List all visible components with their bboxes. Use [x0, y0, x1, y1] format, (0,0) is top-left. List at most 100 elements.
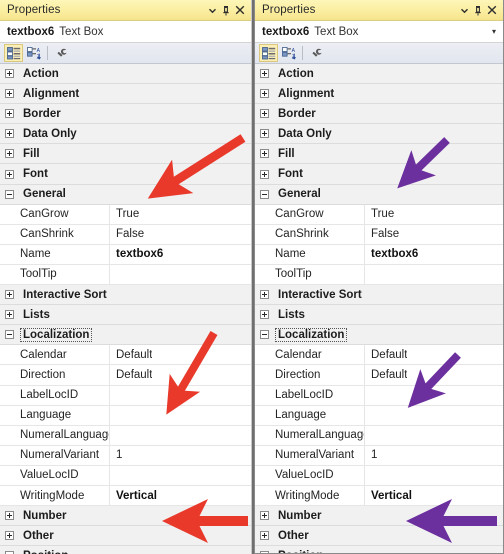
property-value-cell[interactable]: Vertical — [110, 486, 251, 505]
property-pages-icon[interactable] — [307, 44, 326, 62]
category-row[interactable]: Interactive Sort — [255, 285, 503, 306]
property-value-cell[interactable]: Default — [110, 345, 251, 364]
property-value-cell[interactable]: True — [365, 205, 503, 224]
expand-icon[interactable] — [260, 109, 269, 119]
expand-icon[interactable] — [5, 511, 14, 521]
property-value-cell[interactable]: False — [110, 225, 251, 244]
expand-icon[interactable] — [5, 290, 14, 300]
object-selector-left[interactable]: textbox6 Text Box — [0, 21, 251, 43]
property-row[interactable]: CanShrink False — [255, 224, 503, 245]
property-value-cell[interactable]: Vertical — [365, 486, 503, 505]
expand-icon[interactable] — [5, 89, 14, 99]
property-grid-left[interactable]: Action Alignment Border Data Only Fill Font Ge… — [0, 64, 251, 554]
category-row[interactable]: Lists — [0, 305, 251, 326]
property-row[interactable]: CanGrow True — [255, 204, 503, 225]
property-value-cell[interactable]: textbox6 — [110, 245, 251, 264]
property-value-cell[interactable]: 1 — [365, 446, 503, 465]
expand-icon[interactable] — [260, 310, 269, 320]
property-row[interactable]: ValueLocID — [0, 465, 251, 486]
category-row[interactable]: Interactive Sort — [0, 285, 251, 306]
close-icon[interactable] — [485, 3, 499, 18]
property-row[interactable]: LabelLocID — [0, 385, 251, 406]
expand-icon[interactable] — [260, 149, 269, 159]
category-row[interactable]: Number — [0, 506, 251, 527]
category-row[interactable]: General — [0, 184, 251, 205]
property-value-cell[interactable] — [365, 386, 503, 405]
property-row[interactable]: Name textbox6 — [0, 244, 251, 265]
category-row[interactable]: Other — [255, 526, 503, 547]
collapse-icon[interactable] — [5, 330, 14, 340]
object-selector-right[interactable]: textbox6 Text Box ▾ — [255, 21, 503, 43]
dropdown-icon[interactable] — [205, 3, 219, 18]
expand-icon[interactable] — [260, 129, 269, 139]
property-value-cell[interactable]: Default — [365, 365, 503, 384]
category-row[interactable]: Data Only — [0, 124, 251, 145]
property-value-cell[interactable] — [365, 265, 503, 284]
property-row[interactable]: WritingMode Vertical — [0, 485, 251, 507]
property-pages-icon[interactable] — [52, 44, 71, 62]
expand-icon[interactable] — [5, 169, 14, 179]
property-value-cell[interactable] — [110, 466, 251, 485]
category-row[interactable]: Action — [255, 64, 503, 85]
close-icon[interactable] — [233, 3, 247, 18]
pin-icon[interactable] — [471, 3, 485, 18]
expand-icon[interactable] — [5, 129, 14, 139]
property-row[interactable]: ToolTip — [255, 264, 503, 286]
property-value-cell[interactable] — [365, 406, 503, 425]
category-row[interactable]: Position — [255, 546, 503, 553]
property-value-cell[interactable]: Default — [365, 345, 503, 364]
expand-icon[interactable] — [260, 69, 269, 79]
property-row[interactable]: Direction Default — [255, 365, 503, 386]
category-row[interactable]: Lists — [255, 305, 503, 326]
property-row[interactable]: Calendar Default — [0, 345, 251, 366]
property-value-cell[interactable] — [110, 386, 251, 405]
category-row[interactable]: Other — [0, 526, 251, 547]
property-row[interactable]: LabelLocID — [255, 385, 503, 406]
category-row[interactable]: Number — [255, 506, 503, 527]
category-row[interactable]: Border — [0, 104, 251, 125]
category-row[interactable]: General — [255, 184, 503, 205]
category-row[interactable]: Action — [0, 64, 251, 85]
expand-icon[interactable] — [5, 149, 14, 159]
categorized-view-icon[interactable] — [4, 44, 23, 62]
collapse-icon[interactable] — [5, 189, 14, 199]
property-row[interactable]: Direction Default — [0, 365, 251, 386]
pin-icon[interactable] — [219, 3, 233, 18]
category-row[interactable]: Border — [255, 104, 503, 125]
property-value-cell[interactable]: 1 — [110, 446, 251, 465]
property-row[interactable]: Language — [255, 405, 503, 426]
category-row[interactable]: Localization — [0, 325, 251, 346]
category-row[interactable]: Font — [255, 164, 503, 185]
property-row[interactable]: NumeralVariant 1 — [255, 445, 503, 466]
expand-icon[interactable] — [260, 531, 269, 541]
category-row[interactable]: Fill — [255, 144, 503, 165]
expand-icon[interactable] — [5, 531, 14, 541]
property-row[interactable]: CanGrow True — [0, 204, 251, 225]
expand-icon[interactable] — [260, 169, 269, 179]
property-row[interactable]: ToolTip — [0, 264, 251, 286]
collapse-icon[interactable] — [260, 330, 269, 340]
property-value-cell[interactable] — [365, 426, 503, 445]
expand-icon[interactable] — [5, 310, 14, 320]
property-value-cell[interactable]: False — [365, 225, 503, 244]
category-row[interactable]: Position — [0, 546, 251, 554]
collapse-icon[interactable] — [260, 551, 269, 553]
property-row[interactable]: NumeralLanguage — [0, 425, 251, 446]
property-row[interactable]: CanShrink False — [0, 224, 251, 245]
property-row[interactable]: WritingMode Vertical — [255, 485, 503, 507]
expand-icon[interactable] — [5, 109, 14, 119]
property-value-cell[interactable] — [110, 406, 251, 425]
alphabetical-sort-icon[interactable]: A Z — [279, 44, 298, 62]
category-row[interactable]: Localization — [255, 325, 503, 346]
expand-icon[interactable] — [260, 89, 269, 99]
alphabetical-sort-icon[interactable]: A Z — [24, 44, 43, 62]
property-row[interactable]: NumeralLanguage — [255, 425, 503, 446]
property-row[interactable]: Name textbox6 — [255, 244, 503, 265]
property-row[interactable]: ValueLocID — [255, 465, 503, 486]
categorized-view-icon[interactable] — [259, 44, 278, 62]
category-row[interactable]: Alignment — [0, 84, 251, 105]
collapse-icon[interactable] — [260, 189, 269, 199]
property-row[interactable]: Calendar Default — [255, 345, 503, 366]
dropdown-icon[interactable] — [457, 3, 471, 18]
category-row[interactable]: Alignment — [255, 84, 503, 105]
